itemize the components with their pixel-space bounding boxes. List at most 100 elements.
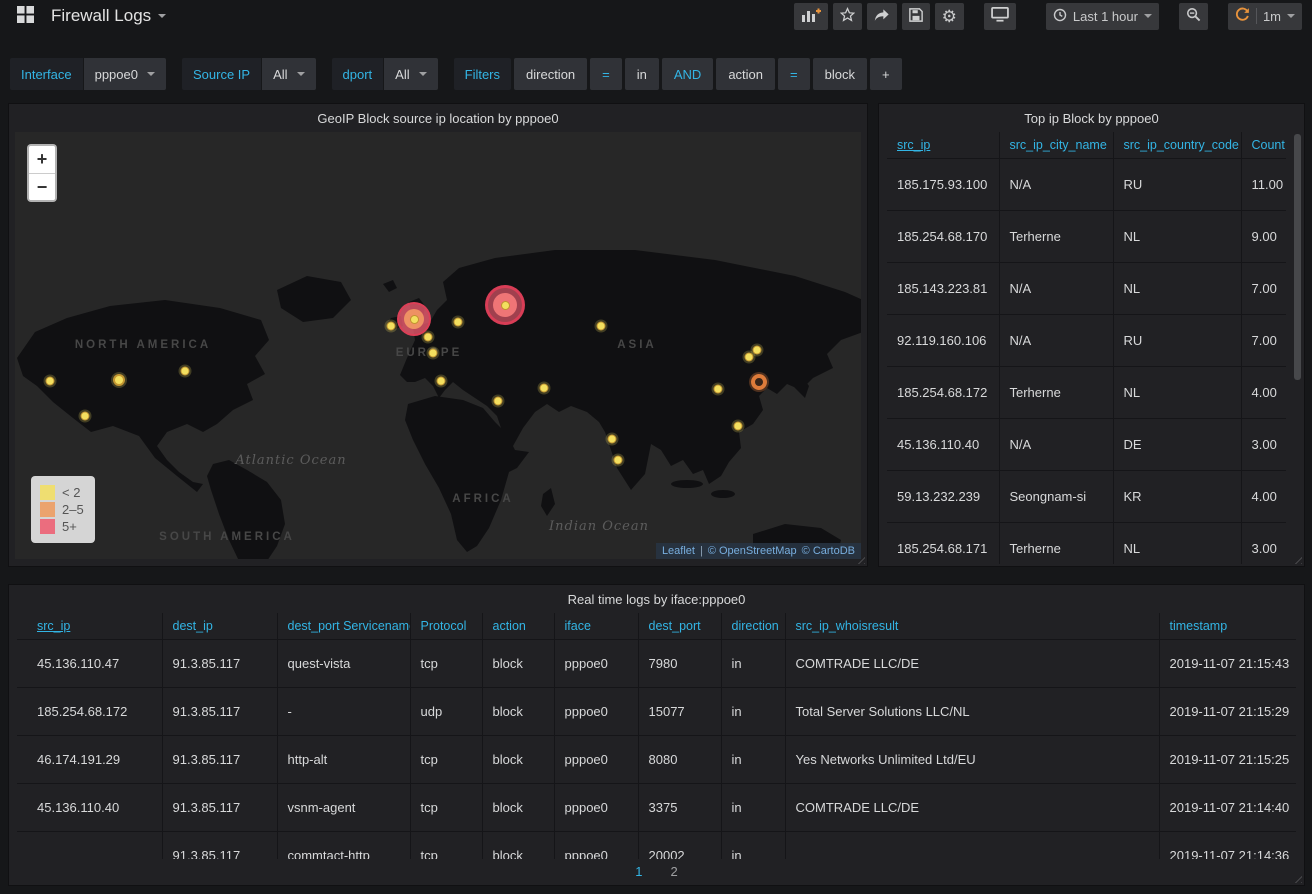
map-label-north-america: NORTH AMERICA <box>75 339 211 351</box>
column-header-direction[interactable]: direction <box>721 613 785 639</box>
adhoc-filter-operator[interactable]: = <box>590 58 622 90</box>
adhoc-filter-key-action[interactable]: action <box>716 58 775 90</box>
cycle-view-button[interactable] <box>984 3 1016 30</box>
map-marker[interactable] <box>437 377 446 386</box>
map-marker[interactable] <box>540 384 549 393</box>
time-range-picker[interactable]: Last 1 hour <box>1046 3 1159 30</box>
realtime-logs-panel: Real time logs by iface:pppoe0 src_ip de… <box>8 584 1305 886</box>
map-marker[interactable] <box>387 322 396 331</box>
map-marker[interactable] <box>614 456 623 465</box>
cell: in <box>721 639 785 687</box>
island-sumatra <box>671 480 703 488</box>
cell: tcp <box>410 735 482 783</box>
table-row: 185.254.68.172TerherneNL4.00 <box>887 366 1286 418</box>
refresh-picker[interactable]: 1m <box>1228 3 1302 30</box>
cartodb-link[interactable]: © CartoDB <box>802 545 855 557</box>
panel-title[interactable]: Real time logs by iface:pppoe0 <box>9 585 1304 613</box>
table-row: 185.143.223.81N/ANL7.00 <box>887 262 1286 314</box>
map-marker[interactable] <box>753 346 762 355</box>
map-marker[interactable] <box>454 318 463 327</box>
adhoc-filter-value-in[interactable]: in <box>625 58 659 90</box>
column-header-count[interactable]: Count <box>1241 132 1286 158</box>
column-header-src-ip[interactable]: src_ip <box>17 613 162 639</box>
legend-swatch-low <box>40 485 55 500</box>
adhoc-filter-condition[interactable]: AND <box>662 58 713 90</box>
world-map[interactable]: NORTH AMERICA SOUTH AMERICA EUROPE ASIA … <box>15 132 861 559</box>
adhoc-filter-value-block[interactable]: block <box>813 58 867 90</box>
cell: http-alt <box>277 735 410 783</box>
column-header-city[interactable]: src_ip_city_name <box>999 132 1113 158</box>
panel-title[interactable]: Top ip Block by pppoe0 <box>879 104 1304 132</box>
zoom-out-button[interactable]: − <box>29 173 55 200</box>
map-marker[interactable] <box>597 322 606 331</box>
cell: Seongnam-si <box>999 470 1113 522</box>
table-scrollbar <box>1294 134 1301 558</box>
map-marker[interactable] <box>81 412 90 421</box>
cell: N/A <box>999 158 1113 210</box>
column-header-dest-port[interactable]: dest_port <box>638 613 721 639</box>
chevron-down-icon <box>419 72 427 76</box>
map-marker-ring[interactable] <box>751 374 767 390</box>
variable-dport-value-dropdown[interactable]: All <box>384 58 437 90</box>
column-header-src-ip[interactable]: src_ip <box>887 132 999 158</box>
map-marker[interactable] <box>714 385 723 394</box>
zoom-in-button[interactable]: + <box>29 146 55 173</box>
chevron-down-icon <box>297 72 305 76</box>
map-marker-cluster-large[interactable] <box>485 285 525 325</box>
map-label-indian-ocean: Indian Ocean <box>548 519 649 534</box>
cell: block <box>482 831 554 859</box>
variable-interface-value: pppoe0 <box>95 67 138 82</box>
column-header-action[interactable]: action <box>482 613 554 639</box>
cell: 15077 <box>638 687 721 735</box>
column-header-iface[interactable]: iface <box>554 613 638 639</box>
cell: udp <box>410 687 482 735</box>
cell: DE <box>1113 418 1241 470</box>
column-header-timestamp[interactable]: timestamp <box>1159 613 1296 639</box>
page-button-1[interactable]: 1 <box>635 864 642 879</box>
share-dashboard-button[interactable] <box>867 3 897 30</box>
column-header-country[interactable]: src_ip_country_code <box>1113 132 1241 158</box>
main-menu-button[interactable] <box>10 3 41 30</box>
cell: pppoe0 <box>554 831 638 859</box>
page-button-2[interactable]: 2 <box>671 864 678 879</box>
table-header-row: src_ip dest_ip dest_port Servicename Pro… <box>17 613 1296 639</box>
openstreetmap-link[interactable]: © OpenStreetMap <box>708 545 797 557</box>
map-marker[interactable] <box>494 397 503 406</box>
variable-interface-value-dropdown[interactable]: pppoe0 <box>84 58 166 90</box>
star-dashboard-button[interactable] <box>833 3 862 30</box>
add-filter-button[interactable]: + <box>870 58 902 90</box>
column-header-servicename[interactable]: dest_port Servicename <box>277 613 410 639</box>
settings-button[interactable]: ⚙ <box>935 3 964 30</box>
monitor-icon <box>991 7 1009 25</box>
scrollbar-thumb[interactable] <box>1294 134 1301 380</box>
legend-label: 5+ <box>62 519 77 534</box>
map-marker[interactable] <box>181 367 190 376</box>
top-ip-table-wrap: src_ip src_ip_city_name src_ip_country_c… <box>887 132 1286 564</box>
add-panel-button[interactable] <box>794 3 828 30</box>
panel-title[interactable]: GeoIP Block source ip location by pppoe0 <box>9 104 867 132</box>
save-dashboard-button[interactable] <box>902 3 930 30</box>
adhoc-filter-operator[interactable]: = <box>778 58 810 90</box>
table-pagination: 1 2 <box>9 864 1304 879</box>
adhoc-filter-key-direction[interactable]: direction <box>514 58 587 90</box>
column-header-dest-ip[interactable]: dest_ip <box>162 613 277 639</box>
map-marker[interactable] <box>734 422 743 431</box>
leaflet-link[interactable]: Leaflet <box>662 545 695 557</box>
cell: NL <box>1113 522 1241 564</box>
table-row: 92.119.160.106N/ARU7.00 <box>887 314 1286 366</box>
star-icon <box>840 7 855 25</box>
zoom-out-time-button[interactable] <box>1179 3 1208 30</box>
cell: block <box>482 783 554 831</box>
column-header-whois[interactable]: src_ip_whoisresult <box>785 613 1159 639</box>
map-marker[interactable] <box>46 377 55 386</box>
attribution-separator: | <box>700 545 703 557</box>
column-header-protocol[interactable]: Protocol <box>410 613 482 639</box>
variable-source-ip-value-dropdown[interactable]: All <box>262 58 315 90</box>
map-marker[interactable] <box>608 435 617 444</box>
map-marker[interactable] <box>113 374 125 386</box>
map-marker[interactable] <box>745 353 754 362</box>
map-marker[interactable] <box>429 349 438 358</box>
map-marker[interactable] <box>424 333 433 342</box>
dashboard-title-dropdown[interactable]: Firewall Logs <box>51 6 166 26</box>
map-marker-cluster-large[interactable] <box>397 302 431 336</box>
